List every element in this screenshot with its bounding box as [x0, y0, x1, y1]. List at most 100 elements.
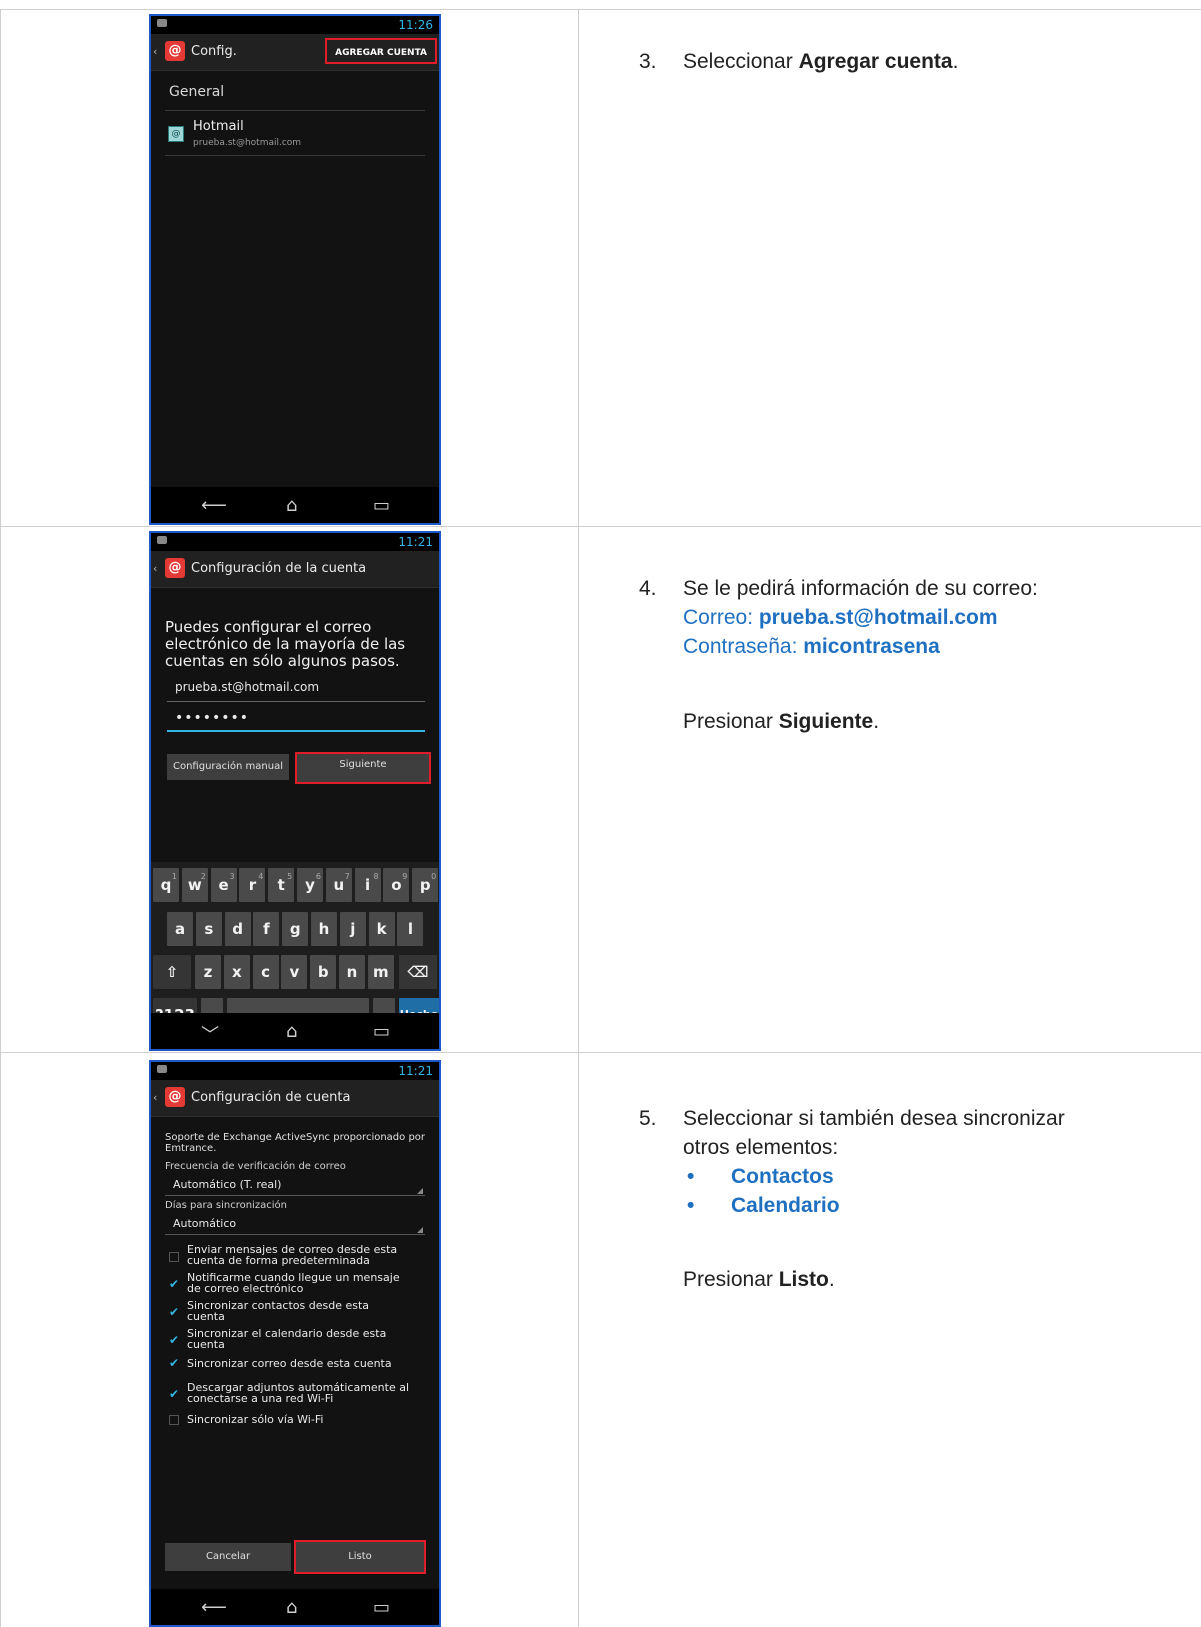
key-t[interactable]: t5 [268, 868, 295, 902]
checkbox-checked-icon[interactable] [169, 1333, 179, 1347]
bullet-icon: • [687, 1165, 695, 1188]
list-item: Calendario [731, 1191, 840, 1220]
backspace-key-icon[interactable]: ⌫ [399, 955, 437, 989]
on-screen-keyboard: q1w2e3r4t5y6u7i8o9p0asdfghjkl⇧zxcvbnm⌫?1… [151, 862, 439, 1037]
manual-setup-button[interactable]: Configuración manual [167, 754, 289, 780]
key-b[interactable]: b [310, 955, 337, 989]
sync-days-label: Días para sincronización [165, 1200, 287, 1211]
key-c[interactable]: c [252, 955, 279, 989]
action-bar: ‹ @ Configuración de la cuenta [151, 551, 439, 588]
phone-screenshot-account-options: 11:21 ‹ @ Configuración de cuenta Soport… [149, 1060, 441, 1627]
key-s[interactable]: s [195, 912, 222, 946]
home-icon[interactable]: ⌂ [286, 1597, 297, 1618]
key-l[interactable]: l [397, 912, 424, 946]
item-text: Contactos [731, 1165, 834, 1188]
key-y[interactable]: y6 [297, 868, 323, 902]
hide-keyboard-icon[interactable]: ﹀ [201, 1021, 219, 1047]
row-divider [0, 9, 1201, 10]
key-hint: 2 [200, 872, 206, 881]
home-icon[interactable]: ⌂ [286, 1021, 297, 1042]
key-o[interactable]: o9 [383, 868, 410, 902]
key-z[interactable]: z [195, 955, 221, 989]
bullet-icon: • [687, 1194, 695, 1217]
status-bar: 11:26 [151, 16, 439, 34]
checkbox-checked-icon[interactable] [169, 1305, 179, 1319]
recent-apps-icon[interactable]: ▭ [373, 1021, 390, 1042]
divider [165, 155, 425, 156]
back-icon[interactable]: ⟵ [201, 495, 227, 516]
sync-days-value: Automático [173, 1217, 237, 1230]
key-v[interactable]: v [281, 955, 308, 989]
key-m[interactable]: m [367, 955, 394, 989]
intro-line: cuentas en sólo algunos pasos. [165, 652, 400, 670]
screen-title: Configuración de cuenta [191, 1090, 351, 1105]
key-r[interactable]: r4 [239, 868, 266, 902]
notification-icon [157, 19, 167, 27]
password-field[interactable]: •••••••• [167, 710, 425, 732]
intro-line: Soporte de Exchange ActiveSync proporcio… [165, 1132, 426, 1143]
checkbox-label: Sincronizar correo desde esta cuenta [187, 1357, 392, 1370]
chevron-left-icon[interactable]: ‹ [153, 1091, 157, 1104]
intro-line: electrónico de la mayoría de las [165, 635, 406, 653]
key-hint: 3 [229, 872, 235, 881]
email-field[interactable]: prueba.st@hotmail.com [167, 680, 425, 702]
key-f[interactable]: f [253, 912, 280, 946]
text: . [828, 1268, 835, 1291]
next-button[interactable]: Siguiente [295, 752, 431, 784]
checkbox-checked-icon[interactable] [169, 1277, 179, 1291]
list-item: Contactos [731, 1162, 834, 1191]
emphasis: Listo [778, 1268, 829, 1291]
frequency-select[interactable]: Automático (T. real) [165, 1178, 425, 1196]
add-account-button[interactable]: AGREGAR CUENTA [325, 38, 437, 64]
key-i[interactable]: i8 [354, 868, 381, 902]
key-hint: 5 [287, 872, 293, 881]
status-time: 11:21 [398, 535, 433, 549]
checkbox-checked-icon[interactable] [169, 1356, 179, 1370]
key-p[interactable]: p0 [412, 868, 439, 902]
phone-screenshot-settings: 11:26 ‹ @ Config. AGREGAR CUENTA General… [149, 14, 441, 525]
checkbox-label: conectarse a una red Wi-Fi [187, 1392, 334, 1405]
cancel-button[interactable]: Cancelar [165, 1543, 291, 1571]
chevron-left-icon[interactable]: ‹ [153, 562, 157, 575]
chevron-left-icon[interactable]: ‹ [153, 45, 157, 58]
key-a[interactable]: a [167, 912, 193, 946]
row-divider [0, 1052, 1201, 1053]
phone-screenshot-account-setup: 11:21 ‹ @ Configuración de la cuenta Pue… [149, 531, 441, 1051]
status-time: 11:26 [398, 18, 433, 32]
key-h[interactable]: h [311, 912, 337, 946]
email-app-icon: @ [165, 1087, 185, 1107]
account-email: prueba.st@hotmail.com [193, 138, 302, 148]
done-button[interactable]: Listo [294, 1540, 426, 1574]
checkbox-checked-icon[interactable] [169, 1387, 179, 1401]
back-icon[interactable]: ⟵ [201, 1597, 227, 1618]
row-divider [0, 526, 1201, 527]
key-d[interactable]: d [224, 912, 251, 946]
step-number: 3. [639, 50, 657, 73]
email-info: Correo: prueba.st@hotmail.com [683, 603, 998, 632]
key-w[interactable]: w2 [181, 868, 208, 902]
key-g[interactable]: g [282, 912, 309, 946]
email-app-icon: @ [165, 558, 185, 578]
checkbox-unchecked-icon[interactable] [169, 1415, 179, 1425]
screen-title: Configuración de la cuenta [191, 561, 367, 576]
checkbox-unchecked-icon[interactable] [169, 1252, 179, 1262]
key-x[interactable]: x [223, 955, 250, 989]
notification-icon [157, 1065, 167, 1073]
key-j[interactable]: j [339, 912, 366, 946]
recent-apps-icon[interactable]: ▭ [373, 1597, 390, 1618]
key-q[interactable]: q1 [153, 868, 179, 902]
key-hint: 6 [315, 872, 321, 881]
key-e[interactable]: e3 [210, 868, 237, 902]
key-u[interactable]: u7 [325, 868, 352, 902]
recent-apps-icon[interactable]: ▭ [373, 495, 390, 516]
checkbox-label: de correo electrónico [187, 1282, 304, 1295]
shift-key-icon[interactable]: ⇧ [153, 955, 191, 989]
action-bar: ‹ @ Configuración de cuenta [151, 1080, 439, 1117]
key-k[interactable]: k [368, 912, 395, 946]
intro-line: Emtrance. [165, 1143, 217, 1154]
notification-icon [157, 536, 167, 544]
sync-days-select[interactable]: Automático [165, 1217, 425, 1235]
key-n[interactable]: n [339, 955, 365, 989]
home-icon[interactable]: ⌂ [286, 495, 297, 516]
key-hint: 7 [344, 872, 350, 881]
